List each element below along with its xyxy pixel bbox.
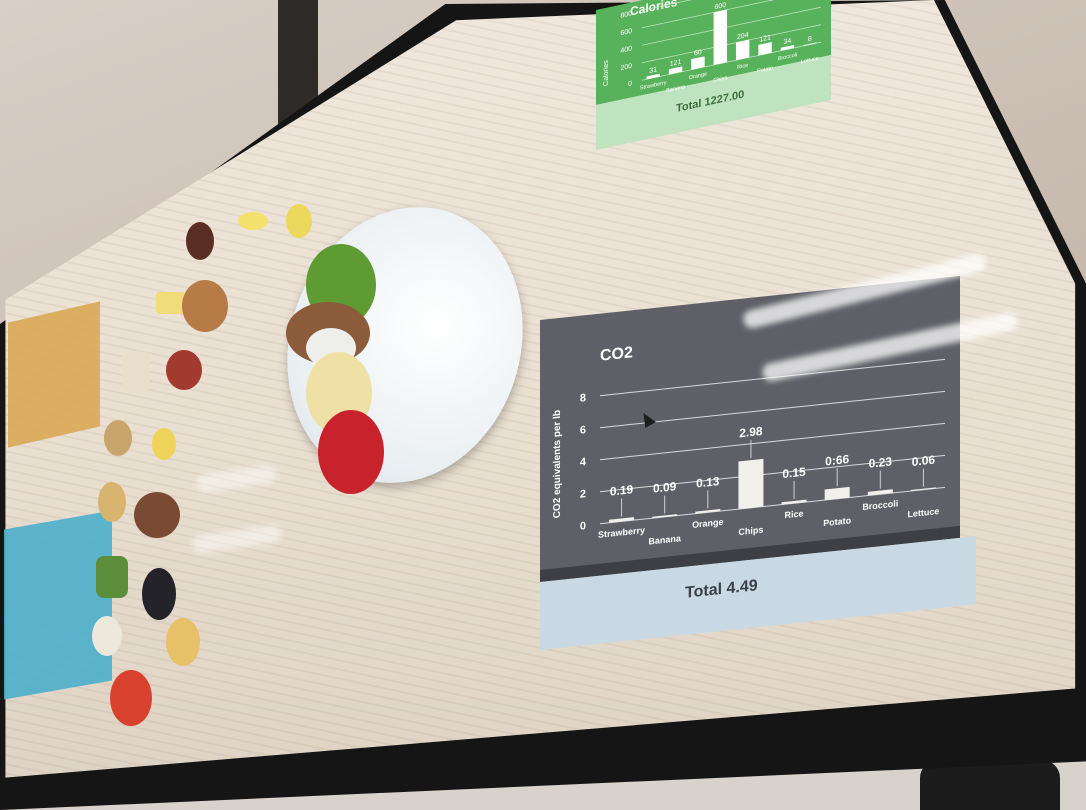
co2-bar	[695, 508, 721, 514]
co2-value-label: 0:66	[825, 452, 849, 469]
calories-bar	[758, 42, 772, 56]
calories-value-label: 204	[737, 32, 749, 41]
co2-category-label: Orange	[692, 517, 723, 530]
calories-bar	[713, 9, 728, 66]
calories-category-label: Chips	[713, 75, 727, 84]
calories-y-tick-label: 200	[620, 63, 632, 72]
co2-y-tick-label: 8	[580, 392, 586, 405]
strawberry-plate-item[interactable]	[318, 410, 384, 494]
bread-food-item[interactable]	[122, 352, 150, 392]
co2-category-label: Rice	[785, 508, 804, 520]
calories-category-label: Broccoli	[778, 52, 798, 62]
tomato-food-item[interactable]	[110, 670, 152, 726]
calories-y-tick-label: 0	[628, 80, 632, 88]
pineapple-food-item[interactable]	[286, 204, 312, 238]
calories-value-label: 31	[649, 66, 657, 75]
blue-info-panel[interactable]	[4, 510, 112, 700]
fries-food-item[interactable]	[166, 618, 200, 666]
calories-y-tick-label: 800	[620, 10, 632, 19]
calories-value-label: 121	[759, 34, 771, 43]
co2-panel[interactable]: CO2 0 2 4 6 8 CO2 equivalents per lb 0.19 Straw…	[540, 274, 980, 650]
calories-y-tick-label: 600	[620, 28, 632, 37]
calories-category-label: Rice	[737, 63, 748, 71]
co2-y-tick-label: 0	[580, 520, 586, 533]
asparagus-food-item[interactable]	[96, 556, 128, 598]
co2-y-tick-label: 2	[580, 488, 586, 501]
calories-bar	[691, 56, 705, 70]
lemon-food-item[interactable]	[152, 428, 176, 460]
beef-food-item[interactable]	[134, 492, 180, 538]
co2-category-label: Broccoli	[862, 498, 898, 512]
co2-value-label: 0.13	[696, 474, 720, 490]
calories-category-label: Lettuce	[801, 56, 819, 66]
calories-category-label: Strawberry	[640, 80, 667, 92]
co2-value-label: 0.09	[653, 479, 677, 495]
co2-bar	[781, 499, 807, 505]
co2-value-label: 0.23	[869, 454, 893, 470]
calories-y-axis-title: Calories	[603, 59, 610, 87]
calories-value-label: 60	[694, 49, 702, 58]
co2-category-label: Banana	[648, 533, 681, 546]
calories-bar	[803, 42, 817, 46]
calories-value-label: 34	[784, 38, 792, 47]
egg-food-item[interactable]	[238, 212, 268, 230]
bun-food-item[interactable]	[98, 482, 126, 522]
co2-value-label: 0.19	[610, 482, 634, 498]
calories-gridline	[642, 6, 821, 46]
grilled-chicken-food-item[interactable]	[182, 280, 228, 332]
co2-value-label: 0.15	[782, 465, 806, 481]
calories-value-label: 121	[670, 59, 682, 68]
cauliflower-food-item[interactable]	[92, 616, 122, 656]
co2-category-label: Potato	[823, 515, 851, 528]
co2-gridline	[600, 422, 945, 461]
co2-bar	[738, 458, 764, 510]
co2-category-label: Strawberry	[598, 525, 645, 540]
calories-value-label: 8	[808, 35, 812, 43]
mushroom-food-item[interactable]	[104, 420, 132, 456]
calories-bar	[735, 39, 750, 61]
co2-y-tick-label: 6	[580, 424, 586, 437]
co2-gridline	[600, 454, 945, 493]
calories-category-label: Banana	[666, 84, 686, 94]
co2-value-label: 2.98	[739, 424, 763, 440]
bacon-food-item[interactable]	[166, 350, 202, 390]
co2-category-label: Lettuce	[907, 506, 939, 519]
calories-category-label: Potato	[757, 65, 773, 74]
co2-y-axis-title: CO2 equivalents per lb	[552, 409, 563, 518]
co2-category-label: Chips	[738, 525, 763, 538]
orange-info-panel[interactable]	[8, 301, 100, 448]
co2-y-tick-label: 4	[580, 456, 587, 469]
calories-y-tick-label: 400	[620, 45, 632, 54]
calories-category-label: Orange	[689, 71, 707, 81]
blackberry-food-item[interactable]	[142, 568, 176, 620]
steak-food-item[interactable]	[186, 222, 214, 260]
co2-value-label: 0.06	[912, 453, 936, 469]
